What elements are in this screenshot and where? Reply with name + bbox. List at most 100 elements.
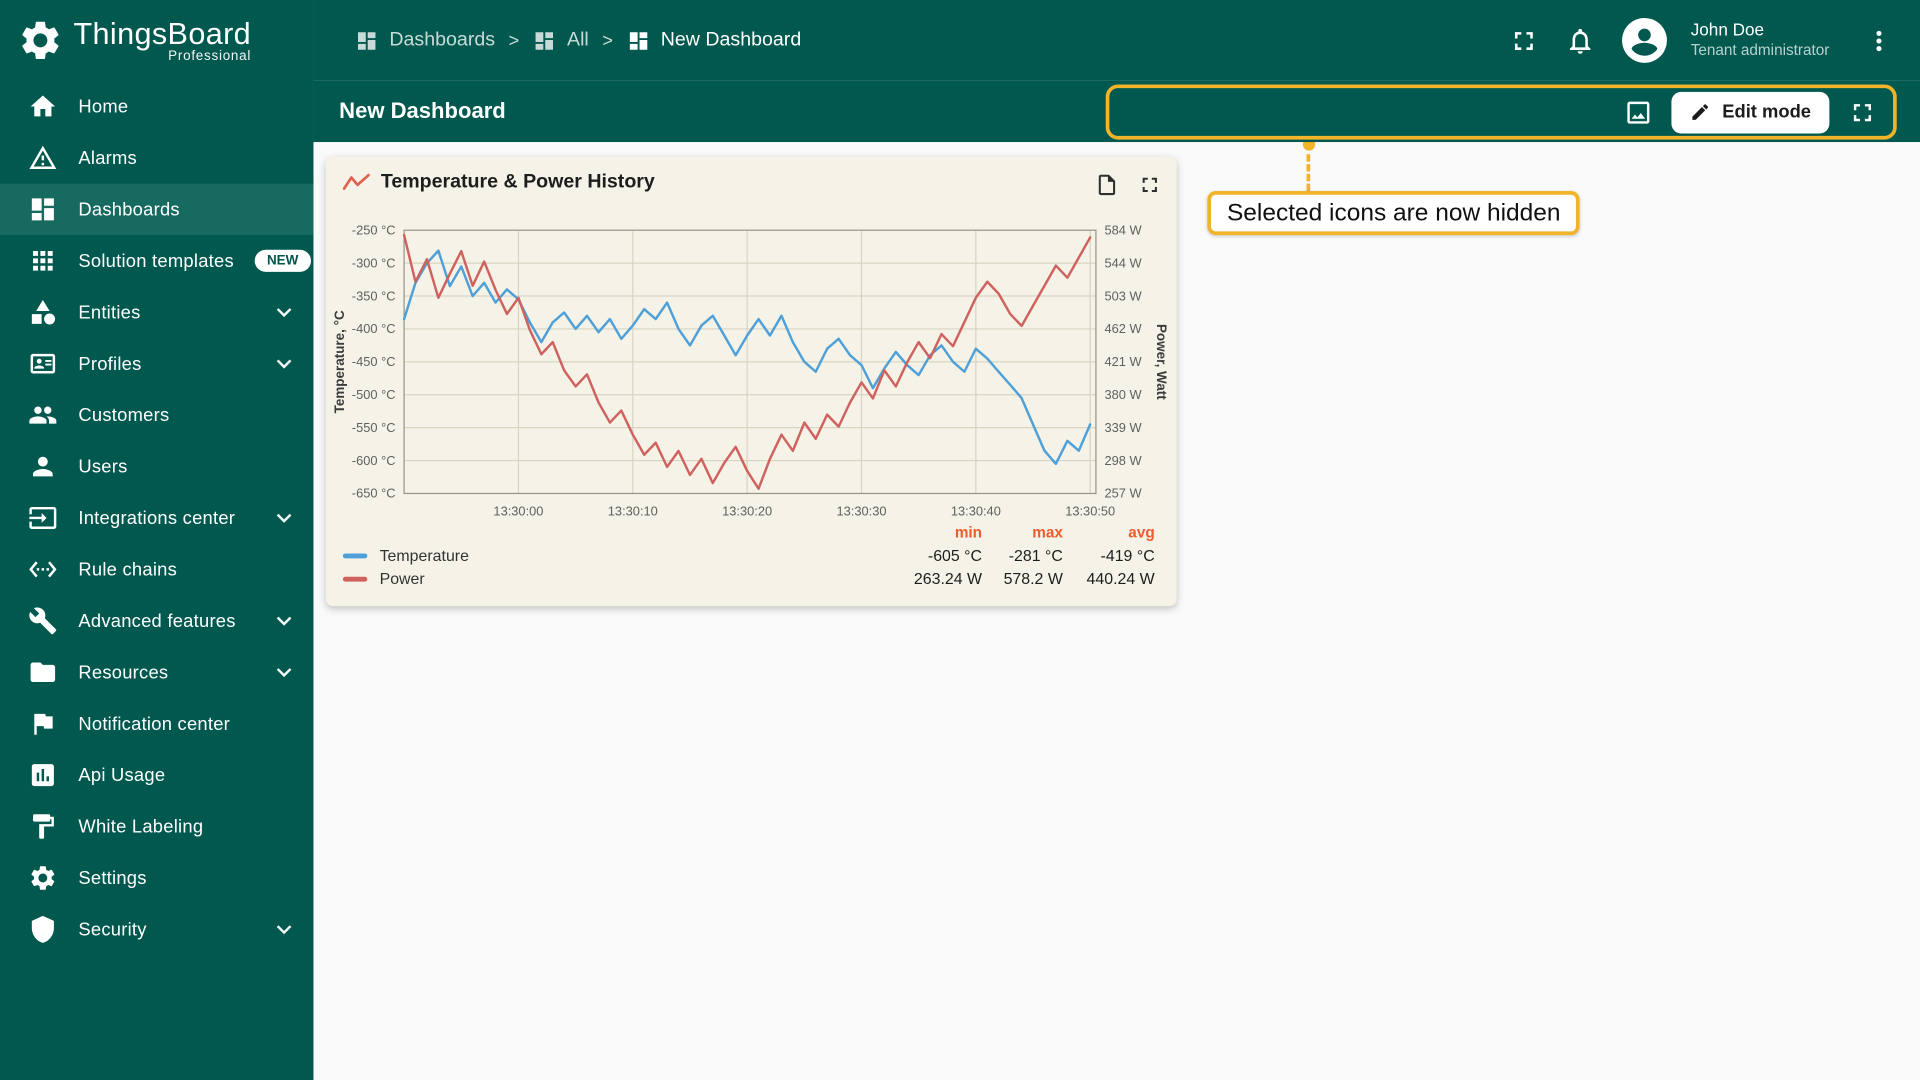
power-max: 578.2 W: [1003, 569, 1063, 588]
sidebar-item-advanced-features[interactable]: Advanced features: [0, 595, 313, 646]
fullscreen-button[interactable]: [1507, 23, 1541, 57]
legend-series-label: Temperature: [379, 546, 469, 565]
svg-text:257 W: 257 W: [1104, 486, 1142, 501]
sidebar-item-profiles[interactable]: Profiles: [0, 338, 313, 389]
widget-fullscreen-button[interactable]: [1138, 173, 1162, 197]
toolbar-highlight-box: Edit mode: [1105, 84, 1897, 140]
sidebar-item-dashboards[interactable]: Dashboards: [0, 183, 314, 236]
sidebar-item-white-labeling[interactable]: White Labeling: [0, 801, 313, 852]
svg-text:584 W: 584 W: [1104, 222, 1142, 237]
line-chart: -250 °C 584 W -300 °C 544 W -350 °C 503 W -400…: [332, 222, 1169, 519]
solution-templates-icon: [28, 246, 57, 275]
svg-text:Temperature, °C: Temperature, °C: [332, 310, 347, 413]
sidebar-item-label: Home: [78, 96, 129, 117]
svg-text:Power, Watt: Power, Watt: [1154, 324, 1169, 400]
sidebar-item-solution-templates[interactable]: Solution templates NEW: [0, 235, 313, 286]
entities-icon: [28, 298, 57, 327]
svg-text:462 W: 462 W: [1104, 321, 1142, 336]
sidebar-item-alarms[interactable]: Alarms: [0, 132, 313, 183]
dashboard-icon: [629, 31, 647, 50]
sidebar-item-label: Customers: [78, 404, 170, 426]
svg-text:544 W: 544 W: [1104, 255, 1142, 270]
callout-connector-line: [1306, 154, 1311, 192]
sidebar-item-notification-center[interactable]: Notification center: [0, 698, 313, 749]
chevron-down-icon: [269, 349, 298, 378]
svg-text:13:30:10: 13:30:10: [608, 504, 658, 519]
new-badge: NEW: [254, 249, 311, 272]
file-icon: [1098, 174, 1116, 196]
image-icon: [1627, 101, 1650, 124]
notification-center-icon: [28, 709, 57, 738]
legend-col-min: min: [954, 524, 983, 542]
sidebar: ThingsBoard Professional Home Alarms Das…: [0, 0, 314, 1080]
sidebar-item-label: Api Usage: [78, 764, 166, 786]
power-swatch: [342, 576, 368, 582]
svg-text:-400 °C: -400 °C: [352, 321, 396, 336]
sidebar-item-label: Settings: [78, 867, 147, 889]
sidebar-item-settings[interactable]: Settings: [0, 852, 313, 903]
callout-tooltip: Selected icons are now hidden: [1207, 191, 1581, 236]
sidebar-item-rule-chains[interactable]: Rule chains: [0, 544, 313, 595]
bell-icon: [1570, 28, 1591, 54]
app-logo[interactable]: ThingsBoard Professional: [0, 0, 313, 81]
edit-mode-button[interactable]: Edit mode: [1672, 91, 1830, 133]
dashboard-fullscreen-button[interactable]: [1839, 89, 1886, 136]
kebab-menu-icon: [1875, 30, 1881, 51]
sidebar-item-entities[interactable]: Entities: [0, 287, 313, 338]
breadcrumb-all[interactable]: All: [533, 29, 589, 52]
user-avatar[interactable]: [1620, 16, 1669, 65]
application-window: ThingsBoard Professional Home Alarms Das…: [0, 0, 1920, 1080]
app-edition: Professional: [168, 48, 252, 64]
sidebar-item-resources[interactable]: Resources: [0, 647, 313, 698]
sidebar-item-home[interactable]: Home: [0, 81, 313, 132]
temperature-max: -281 °C: [1008, 546, 1063, 565]
dashboard-image-button[interactable]: [1616, 89, 1663, 136]
header-actions: John Doe Tenant administrator: [1507, 16, 1920, 65]
sidebar-item-security[interactable]: Security: [0, 904, 313, 955]
user-info[interactable]: John Doe Tenant administrator: [1691, 20, 1830, 61]
sidebar-item-label: White Labeling: [78, 816, 204, 837]
breadcrumb-separator: >: [508, 30, 520, 51]
sidebar-item-label: Rule chains: [78, 558, 178, 580]
thingsboard-gear-icon: [17, 17, 64, 64]
temperature-swatch: [342, 552, 368, 558]
svg-text:-600 °C: -600 °C: [352, 453, 396, 468]
svg-text:421 W: 421 W: [1104, 354, 1142, 369]
power-min: 263.24 W: [913, 569, 983, 588]
advanced-features-icon: [28, 606, 57, 635]
notifications-button[interactable]: [1563, 23, 1597, 57]
breadcrumb-current[interactable]: New Dashboard: [626, 29, 801, 52]
svg-text:-650 °C: -650 °C: [352, 486, 396, 501]
sidebar-item-label: Security: [78, 918, 147, 940]
users-icon: [28, 452, 57, 481]
power-avg: 440.24 W: [1086, 569, 1155, 588]
legend-col-max: max: [1032, 524, 1063, 542]
top-header: Dashboards > All > New Dashboard John Do…: [313, 0, 1920, 81]
legend-row-power[interactable]: Power: [342, 569, 901, 588]
sidebar-item-customers[interactable]: Customers: [0, 389, 313, 440]
user-name: John Doe: [1690, 20, 1765, 40]
sidebar-item-api-usage[interactable]: Api Usage: [0, 749, 313, 800]
rule-chains-icon: [28, 555, 57, 584]
resources-folder-icon: [28, 658, 57, 687]
export-widget-button[interactable]: [1095, 173, 1119, 197]
more-menu-button[interactable]: [1861, 23, 1895, 57]
callout-text: Selected icons are now hidden: [1226, 198, 1561, 226]
breadcrumb-label: New Dashboard: [660, 29, 802, 51]
app-name: ThingsBoard: [73, 17, 252, 52]
chevron-down-icon: [269, 658, 298, 687]
legend-row-temperature[interactable]: Temperature: [342, 546, 901, 565]
sidebar-item-users[interactable]: Users: [0, 441, 313, 492]
svg-text:-550 °C: -550 °C: [352, 420, 396, 435]
dashboard-icon: [535, 31, 554, 50]
breadcrumb-separator: >: [602, 30, 613, 51]
breadcrumb-dashboards[interactable]: Dashboards: [355, 29, 495, 52]
sidebar-item-label: Solution templates: [78, 250, 234, 272]
sidebar-item-integrations-center[interactable]: Integrations center: [0, 492, 313, 543]
chevron-down-icon: [269, 298, 298, 327]
sidebar-item-label: Dashboards: [78, 198, 180, 220]
sidebar-item-label: Integrations center: [78, 507, 236, 529]
settings-gear-icon: [28, 863, 57, 892]
svg-text:-250 °C: -250 °C: [352, 222, 396, 237]
fullscreen-icon: [1853, 103, 1872, 121]
